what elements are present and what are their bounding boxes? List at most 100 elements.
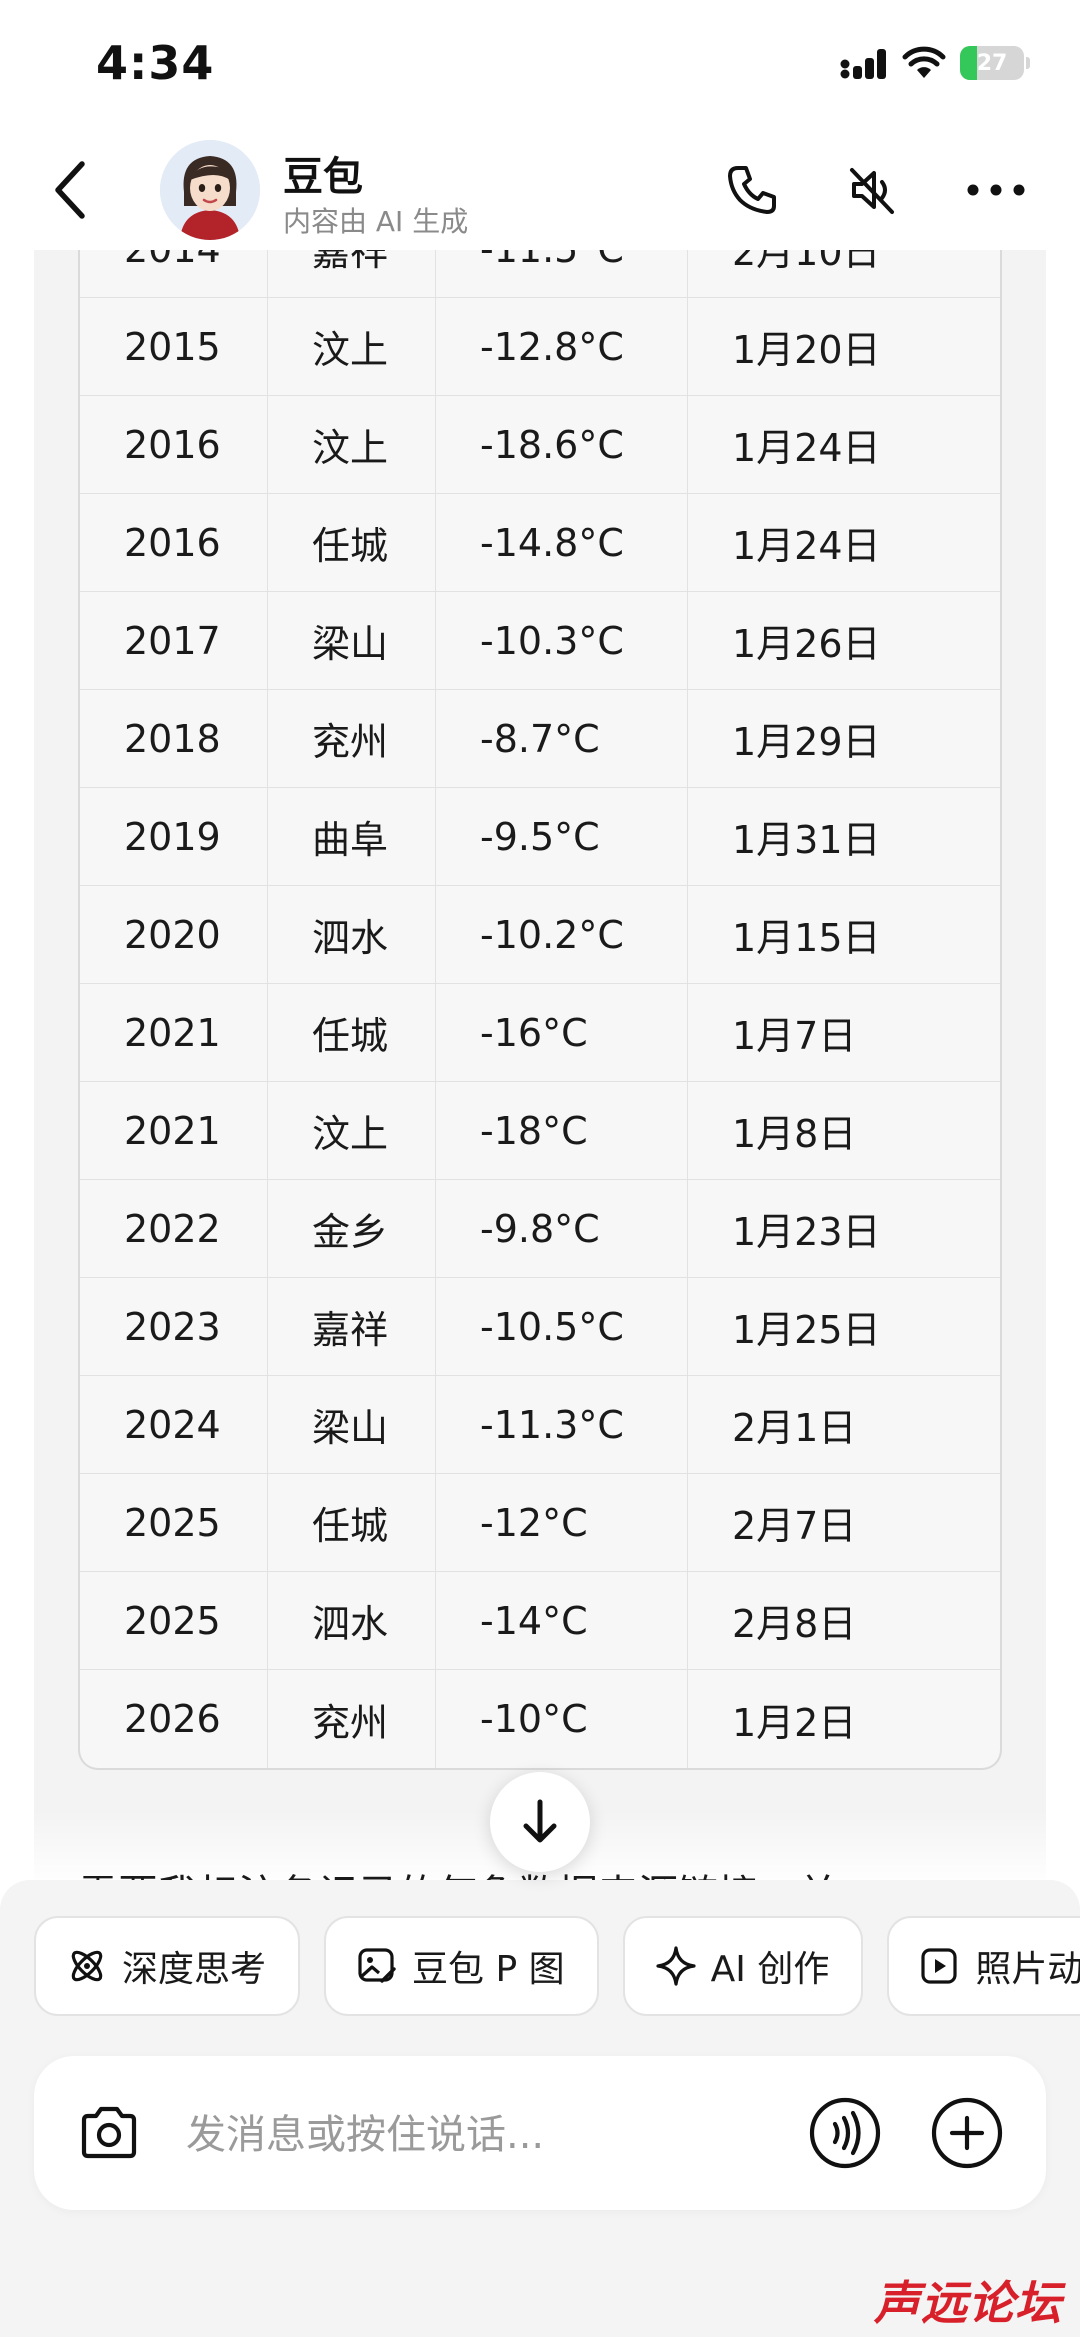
- table-cell-date: 1月26日: [688, 592, 1000, 690]
- status-time: 4:34: [96, 36, 215, 90]
- table-cell-temp: -10°C: [436, 1670, 688, 1768]
- chip-label: 豆包 P 图: [412, 1949, 565, 1990]
- table-cell-date: 1月29日: [688, 690, 1000, 788]
- arrow-down-icon: [523, 1799, 557, 1843]
- table-row: 2015 汶上 -12.8°C 1月20日: [80, 298, 1000, 396]
- chip-label: 照片动: [975, 1949, 1080, 1990]
- chip-label: 深度思考: [122, 1949, 267, 1990]
- table-cell-temp: -14°C: [436, 1572, 688, 1670]
- table-cell-year: 2021: [80, 1082, 268, 1180]
- table-cell-temp: -9.8°C: [436, 1180, 688, 1278]
- status-bar: 4:34 27: [0, 0, 1080, 130]
- camera-icon: [81, 2106, 137, 2159]
- table-cell-year: 2023: [80, 1278, 268, 1376]
- table-row: 2024 梁山 -11.3°C 2月1日: [80, 1376, 1000, 1474]
- table-cell-year: 2020: [80, 886, 268, 984]
- table-cell-temp: -16°C: [436, 984, 688, 1082]
- table-row: 2023 嘉祥 -10.5°C 1月25日: [80, 1278, 1000, 1376]
- battery-tip: [1026, 57, 1030, 69]
- table-cell-date: 1月20日: [688, 298, 1000, 396]
- mute-button[interactable]: [840, 158, 904, 222]
- table-cell-temp: -10.3°C: [436, 592, 688, 690]
- table-cell-temp: -10.5°C: [436, 1278, 688, 1376]
- table-cell-date: 2月8日: [688, 1572, 1000, 1670]
- table-cell-year: 2022: [80, 1180, 268, 1278]
- table-cell-year: 2025: [80, 1572, 268, 1670]
- camera-button[interactable]: [74, 2098, 144, 2168]
- table-cell-date: 2月10日: [688, 250, 1000, 298]
- table-row: 2018 兖州 -8.7°C 1月29日: [80, 690, 1000, 788]
- atom-icon: [71, 1950, 103, 1982]
- message-area[interactable]: 2014嘉祥-11.5°C2月10日2015汶上-12.8°C1月20日2016…: [0, 250, 1080, 1880]
- table-cell-date: 2月7日: [688, 1474, 1000, 1572]
- table-cell-place: 汶上: [268, 1082, 436, 1180]
- table-cell-year: 2018: [80, 690, 268, 788]
- avatar[interactable]: [160, 140, 260, 240]
- table-cell-place: 任城: [268, 494, 436, 592]
- image-edit-icon: [358, 1948, 396, 1983]
- table-cell-place: 曲阜: [268, 788, 436, 886]
- table-cell-place: 汶上: [268, 396, 436, 494]
- table-row: 2026 兖州 -10°C 1月2日: [80, 1670, 1000, 1768]
- table-cell-place: 兖州: [268, 690, 436, 788]
- chip-deep-think[interactable]: 深度思考: [34, 1916, 301, 2016]
- table-row: 2017 梁山 -10.3°C 1月26日: [80, 592, 1000, 690]
- table-cell-place: 梁山: [268, 592, 436, 690]
- table-cell-date: 1月7日: [688, 984, 1000, 1082]
- table-row: 2025 任城 -12°C 2月7日: [80, 1474, 1000, 1572]
- table-row: 2016 任城 -14.8°C 1月24日: [80, 494, 1000, 592]
- table-cell-temp: -18.6°C: [436, 396, 688, 494]
- table-cell-date: 1月23日: [688, 1180, 1000, 1278]
- table-row: 2022 金乡 -9.8°C 1月23日: [80, 1180, 1000, 1278]
- speaker-mute-icon: [850, 168, 894, 214]
- phone-icon: [728, 166, 776, 214]
- table-cell-temp: -9.5°C: [436, 788, 688, 886]
- table-cell-year: 2014: [80, 250, 268, 298]
- status-icons: 27: [840, 46, 1030, 80]
- table-cell-place: 泗水: [268, 886, 436, 984]
- table-cell-temp: -10.2°C: [436, 886, 688, 984]
- table-cell-year: 2017: [80, 592, 268, 690]
- table-row: 2019 曲阜 -9.5°C 1月31日: [80, 788, 1000, 886]
- table-cell-place: 金乡: [268, 1180, 436, 1278]
- table-cell-date: 1月15日: [688, 886, 1000, 984]
- table-cell-date: 1月24日: [688, 494, 1000, 592]
- call-button[interactable]: [720, 158, 784, 222]
- chip-image-edit[interactable]: 豆包 P 图: [324, 1916, 599, 2016]
- message-input[interactable]: [184, 2106, 688, 2164]
- chip-ai-create[interactable]: AI 创作: [622, 1916, 864, 2016]
- chip-photo-animate[interactable]: 照片动: [887, 1916, 1080, 2016]
- chevron-left-icon: [55, 161, 85, 219]
- table-cell-year: 2019: [80, 788, 268, 886]
- sparkle-icon: [656, 1946, 696, 1986]
- table-cell-date: 1月8日: [688, 1082, 1000, 1180]
- table-body: 2014嘉祥-11.5°C2月10日2015汶上-12.8°C1月20日2016…: [80, 250, 1000, 1768]
- table-cell-temp: -11.3°C: [436, 1376, 688, 1474]
- table-cell-date: 1月31日: [688, 788, 1000, 886]
- battery-fill: [960, 46, 978, 80]
- voice-wave-icon: [809, 2097, 881, 2169]
- wifi-icon: [902, 46, 946, 80]
- table-cell-place: 汶上: [268, 298, 436, 396]
- table-row: 2021 汶上 -18°C 1月8日: [80, 1082, 1000, 1180]
- table-cell-temp: -12°C: [436, 1474, 688, 1572]
- table-cell-temp: -14.8°C: [436, 494, 688, 592]
- scroll-to-bottom-button[interactable]: [490, 1772, 590, 1872]
- table-cell-year: 2021: [80, 984, 268, 1082]
- add-attachment-button[interactable]: [930, 2096, 1004, 2170]
- table-cell-year: 2026: [80, 1670, 268, 1768]
- table-cell-place: 兖州: [268, 1670, 436, 1768]
- table-cell-place: 嘉祥: [268, 250, 436, 298]
- more-button[interactable]: [964, 158, 1028, 222]
- battery-icon: 27: [960, 46, 1024, 80]
- back-button[interactable]: [40, 154, 100, 226]
- voice-button[interactable]: [808, 2096, 882, 2170]
- table-cell-temp: -12.8°C: [436, 298, 688, 396]
- table-row: 2016 汶上 -18.6°C 1月24日: [80, 396, 1000, 494]
- chip-label: AI 创作: [710, 1949, 830, 1990]
- table-row: 2021 任城 -16°C 1月7日: [80, 984, 1000, 1082]
- table-cell-year: 2016: [80, 396, 268, 494]
- table-cell-date: 2月1日: [688, 1376, 1000, 1474]
- table-cell-temp: -8.7°C: [436, 690, 688, 788]
- table-cell-temp: -11.5°C: [436, 250, 688, 298]
